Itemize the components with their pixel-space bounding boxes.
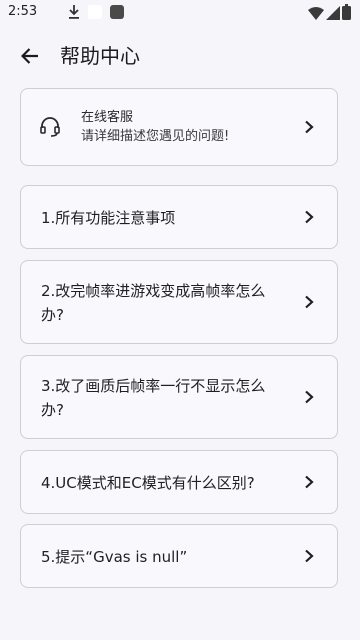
signal-icon bbox=[326, 5, 340, 20]
back-button[interactable] bbox=[12, 38, 48, 74]
arrow-back-icon bbox=[21, 48, 38, 64]
faq-item-1[interactable]: 1.所有功能注意事项 bbox=[20, 185, 338, 249]
chevron-right-icon bbox=[305, 210, 314, 224]
download-icon bbox=[68, 4, 80, 20]
status-time: 2:53 bbox=[8, 4, 38, 19]
battery-icon bbox=[342, 4, 351, 20]
faq-item-label: 3.改了画质后帧率一行不显示怎么办? bbox=[41, 377, 266, 419]
chevron-right-icon bbox=[305, 475, 314, 489]
faq-item-label: 4.UC模式和EC模式有什么区别? bbox=[41, 474, 255, 492]
chevron-right-icon bbox=[305, 120, 314, 134]
faq-item-label: 2.改完帧率进游戏变成高帧率怎么办? bbox=[41, 282, 266, 324]
headset-icon bbox=[39, 117, 61, 137]
chevron-right-icon bbox=[305, 295, 314, 309]
faq-item-label: 1.所有功能注意事项 bbox=[41, 209, 176, 227]
notification-icon bbox=[88, 5, 102, 19]
faq-item-2[interactable]: 2.改完帧率进游戏变成高帧率怎么办? bbox=[20, 260, 338, 344]
status-bar: 2:53 bbox=[0, 0, 360, 24]
online-service-card[interactable]: 在线客服 请详细描述您遇见的问题! bbox=[20, 88, 338, 166]
service-title: 在线客服 bbox=[81, 110, 134, 125]
page-title: 帮助中心 bbox=[60, 44, 140, 68]
wifi-icon bbox=[308, 5, 324, 20]
service-description: 请详细描述您遇见的问题! bbox=[81, 129, 230, 144]
app-bar: 帮助中心 bbox=[0, 24, 360, 88]
faq-item-5[interactable]: 5.提示“Gvas is null” bbox=[20, 524, 338, 588]
faq-item-label: 5.提示“Gvas is null” bbox=[41, 548, 188, 566]
faq-item-4[interactable]: 4.UC模式和EC模式有什么区别? bbox=[20, 450, 338, 514]
faq-item-3[interactable]: 3.改了画质后帧率一行不显示怎么办? bbox=[20, 355, 338, 439]
chevron-right-icon bbox=[305, 549, 314, 563]
app-notification-icon bbox=[110, 5, 124, 19]
chevron-right-icon bbox=[305, 390, 314, 404]
